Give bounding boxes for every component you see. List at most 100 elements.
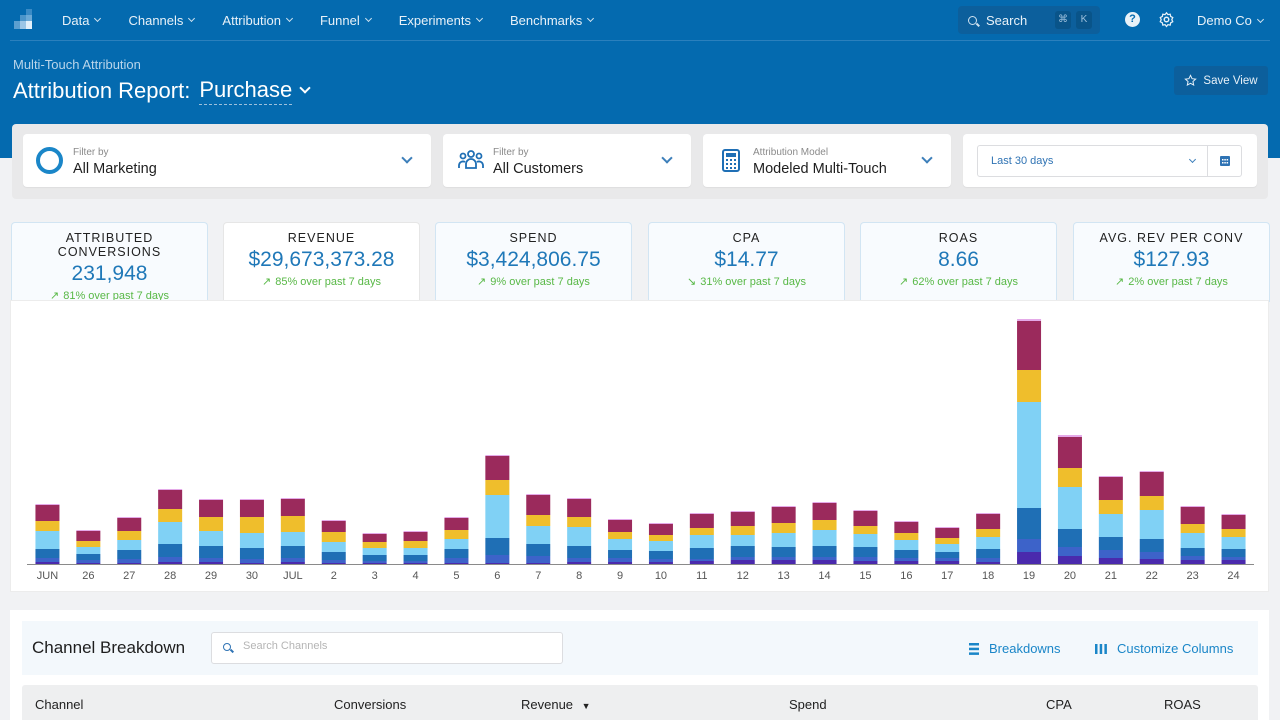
bar-segment-segment-5[interactable] (76, 541, 101, 547)
bar-segment-segment-7[interactable] (976, 513, 1001, 514)
customer-filter[interactable]: Filter by All Customers (443, 134, 691, 187)
attribution-model-select[interactable]: Attribution Model Modeled Multi-Touch (703, 134, 951, 187)
bar-segment-segment-5[interactable] (158, 509, 183, 522)
column-header-cpa[interactable]: CPA (1046, 697, 1072, 712)
bar-segment-segment-2[interactable] (853, 557, 878, 561)
bar-segment-segment-1[interactable] (853, 561, 878, 564)
bar-segment-segment-1[interactable] (730, 560, 755, 564)
bar-segment-segment-7[interactable] (1180, 506, 1205, 507)
bar-segment-segment-2[interactable] (117, 559, 142, 563)
bar-segment-segment-3[interactable] (321, 552, 346, 560)
bar-segment-segment-3[interactable] (689, 548, 714, 559)
bar-segment-segment-7[interactable] (935, 527, 960, 528)
global-search[interactable]: Search ⌘ K (958, 6, 1100, 34)
nav-attribution[interactable]: Attribution (222, 13, 293, 28)
bar-segment-segment-7[interactable] (158, 489, 183, 490)
logo[interactable] (12, 9, 34, 31)
help-icon[interactable]: ? (1125, 12, 1140, 27)
bar-segment-segment-3[interactable] (1098, 537, 1123, 550)
bar-segment-segment-4[interactable] (485, 495, 510, 538)
bar-segment-segment-7[interactable] (117, 517, 142, 518)
bar-segment-segment-2[interactable] (608, 558, 633, 562)
bar-segment-segment-3[interactable] (1017, 508, 1042, 539)
channel-search[interactable] (211, 632, 563, 664)
bar-segment-segment-7[interactable] (239, 499, 264, 500)
bar-segment-segment-6[interactable] (935, 528, 960, 538)
bar-segment-segment-3[interactable] (935, 552, 960, 558)
bar-15[interactable] (853, 510, 878, 564)
bar-segment-segment-3[interactable] (35, 549, 60, 558)
bar-segment-segment-1[interactable] (526, 563, 551, 564)
bar-24[interactable] (1221, 514, 1246, 564)
bar-segment-segment-6[interactable] (1180, 507, 1205, 524)
bar-JUN[interactable] (35, 504, 60, 564)
bar-segment-segment-3[interactable] (526, 544, 551, 556)
bar-10[interactable] (648, 523, 673, 564)
bar-segment-segment-5[interactable] (35, 521, 60, 531)
bar-21[interactable] (1098, 476, 1123, 564)
bar-segment-segment-7[interactable] (485, 455, 510, 456)
bar-segment-segment-1[interactable] (689, 561, 714, 564)
bar-segment-segment-2[interactable] (1139, 552, 1164, 559)
bar-segment-segment-5[interactable] (321, 532, 346, 542)
bar-23[interactable] (1180, 506, 1205, 564)
kpi-card-cpa[interactable]: CPA $14.77 ↘ 31% over past 7 days (648, 222, 845, 302)
bar-segment-segment-7[interactable] (199, 499, 224, 500)
bar-16[interactable] (894, 521, 919, 564)
bar-segment-segment-2[interactable] (894, 558, 919, 561)
bar-segment-segment-5[interactable] (730, 526, 755, 535)
bar-segment-segment-6[interactable] (239, 500, 264, 517)
bar-segment-segment-1[interactable] (117, 563, 142, 564)
bar-segment-segment-4[interactable] (1017, 402, 1042, 508)
bar-segment-segment-7[interactable] (444, 517, 469, 518)
bar-segment-segment-2[interactable] (444, 558, 469, 563)
account-menu[interactable]: Demo Co (1197, 13, 1264, 28)
bar-segment-segment-2[interactable] (1057, 547, 1082, 556)
bar-segment-segment-5[interactable] (567, 517, 592, 527)
bar-segment-segment-6[interactable] (76, 531, 101, 541)
bar-segment-segment-2[interactable] (485, 555, 510, 563)
bar-segment-segment-3[interactable] (648, 551, 673, 559)
bar-segment-segment-6[interactable] (812, 503, 837, 520)
bar-segment-segment-2[interactable] (1017, 539, 1042, 552)
breakdowns-button[interactable]: Breakdowns (969, 641, 1061, 656)
bar-segment-segment-1[interactable] (648, 562, 673, 564)
conversion-selector[interactable]: Purchase (199, 77, 293, 105)
bar-segment-segment-2[interactable] (771, 557, 796, 560)
bar-segment-segment-1[interactable] (321, 563, 346, 564)
bar-segment-segment-7[interactable] (403, 531, 428, 532)
bar-3[interactable] (362, 533, 387, 564)
nav-funnel[interactable]: Funnel (320, 13, 372, 28)
bar-segment-segment-4[interactable] (239, 533, 264, 548)
bar-segment-segment-2[interactable] (199, 558, 224, 562)
bar-segment-segment-1[interactable] (1057, 556, 1082, 564)
kpi-card-avg-rev[interactable]: AVG. REV PER CONV $127.93 ↗ 2% over past … (1073, 222, 1270, 302)
bar-segment-segment-4[interactable] (362, 548, 387, 555)
bar-28[interactable] (158, 489, 183, 564)
bar-segment-segment-1[interactable] (894, 561, 919, 564)
bar-segment-segment-5[interactable] (935, 538, 960, 544)
bar-segment-segment-5[interactable] (403, 541, 428, 548)
bar-26[interactable] (76, 530, 101, 564)
bar-segment-segment-6[interactable] (199, 500, 224, 517)
bar-segment-segment-1[interactable] (976, 562, 1001, 564)
bar-segment-segment-6[interactable] (976, 514, 1001, 529)
bar-segment-segment-3[interactable] (608, 550, 633, 558)
bar-segment-segment-1[interactable] (444, 563, 469, 564)
bar-JUL[interactable] (280, 498, 305, 564)
bar-18[interactable] (976, 513, 1001, 564)
bar-segment-segment-6[interactable] (689, 514, 714, 528)
bar-segment-segment-1[interactable] (812, 560, 837, 564)
bar-segment-segment-4[interactable] (853, 534, 878, 547)
bar-segment-segment-2[interactable] (76, 560, 101, 563)
bar-segment-segment-3[interactable] (976, 549, 1001, 558)
bar-segment-segment-5[interactable] (648, 535, 673, 541)
bar-segment-segment-2[interactable] (812, 557, 837, 560)
bar-segment-segment-5[interactable] (894, 533, 919, 540)
bar-segment-segment-6[interactable] (608, 520, 633, 532)
bar-segment-segment-5[interactable] (485, 480, 510, 495)
bar-segment-segment-7[interactable] (280, 498, 305, 499)
bar-segment-segment-5[interactable] (199, 517, 224, 531)
nav-experiments[interactable]: Experiments (399, 13, 483, 28)
bar-segment-segment-1[interactable] (76, 563, 101, 564)
